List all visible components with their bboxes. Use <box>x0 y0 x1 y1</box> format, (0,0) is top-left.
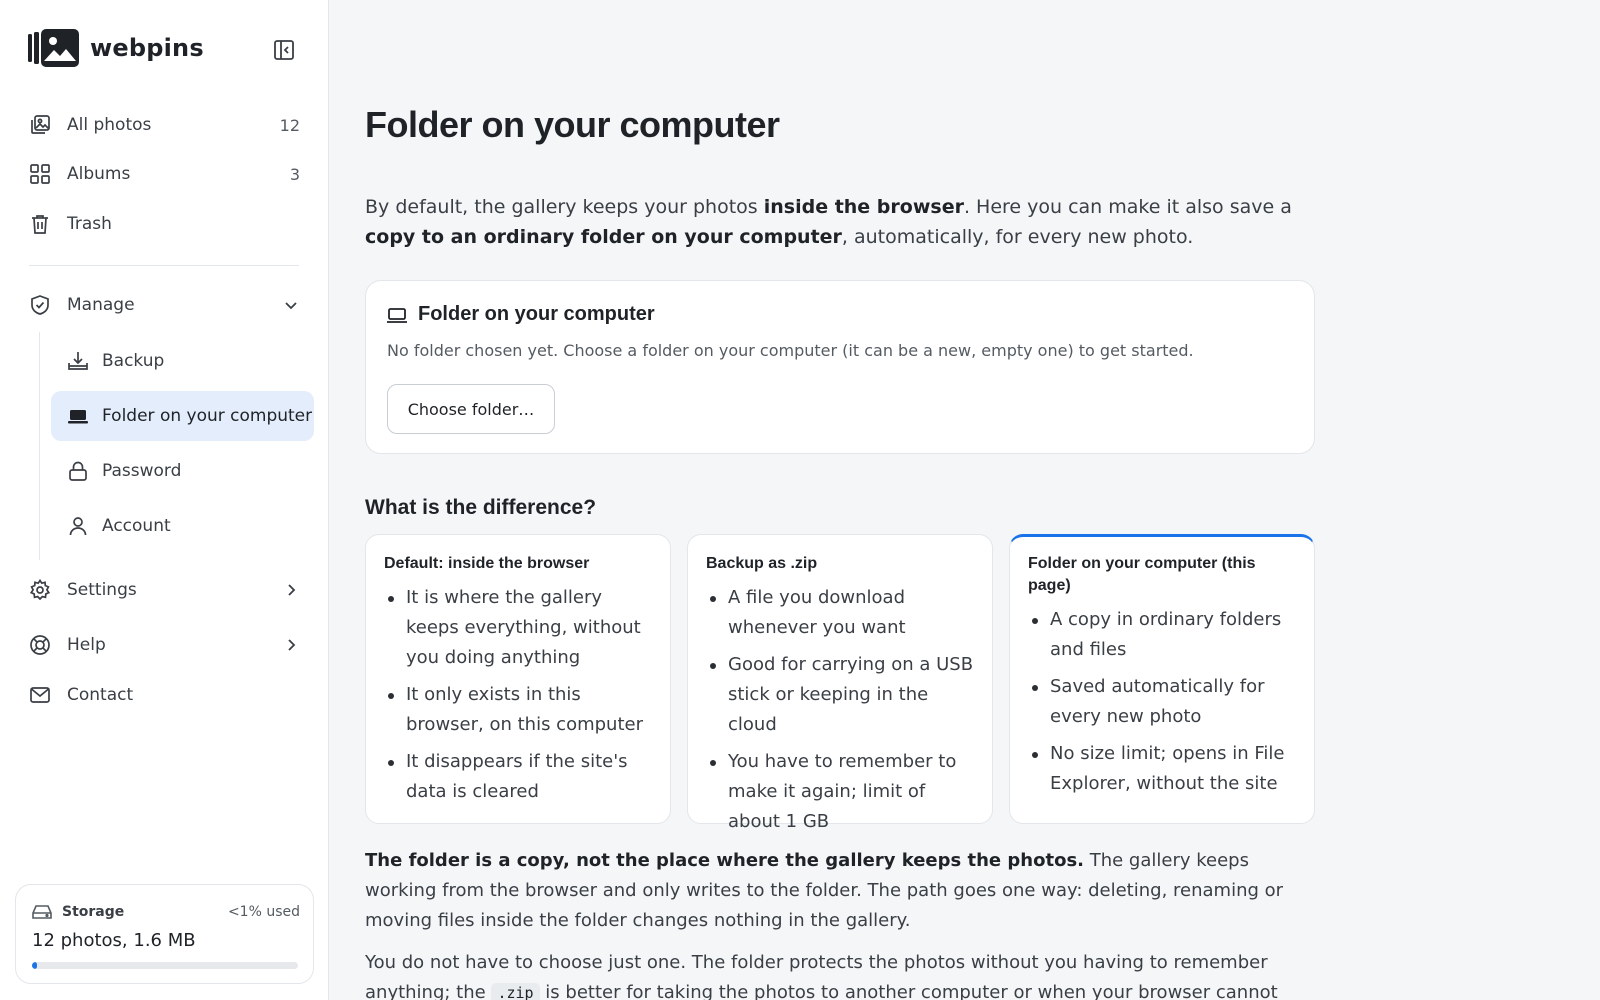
list-item: Saved automatically for every new photo <box>1028 672 1304 732</box>
sidebar-item-label: Albums <box>67 164 131 184</box>
storage-progress-fill <box>32 962 38 969</box>
gear-icon <box>28 578 52 602</box>
sidebar: webpins All photos 12 Albums 3 Trash Man… <box>0 0 329 1000</box>
comparison-list: It is where the gallery keeps everything… <box>384 583 660 814</box>
chevron-right-icon <box>282 636 300 654</box>
list-item: It disappears if the site's data is clea… <box>384 747 660 807</box>
list-item: It only exists in this browser, on this … <box>384 680 660 740</box>
folder-card-title: Folder on your computer <box>418 303 655 325</box>
folder-card-header: Folder on your computer <box>386 303 655 326</box>
photos-icon <box>28 113 52 137</box>
brand[interactable]: webpins <box>28 28 204 68</box>
laptop-icon <box>66 404 90 428</box>
comparison-card-title: Backup as .zip <box>706 555 818 572</box>
intro-bold-part: inside the browser <box>763 196 964 218</box>
sidebar-item-label: Folder on your computer <box>102 406 313 426</box>
zip-code-snippet: .zip <box>491 983 540 1000</box>
app-name: webpins <box>90 34 204 62</box>
sidebar-item-label: Account <box>102 516 171 536</box>
sidebar-item-label: Password <box>102 461 182 481</box>
comparison-card-zip: Backup as .zip A file you download whene… <box>687 534 993 832</box>
comparison-list: A copy in ordinary folders and files Sav… <box>1028 605 1304 806</box>
storage-total: 12 photos, 1.6 MB <box>32 930 196 951</box>
logo-icon <box>28 29 79 67</box>
mail-icon <box>28 683 52 707</box>
sidebar-item-backup[interactable]: Backup <box>51 336 314 386</box>
sidebar-item-settings[interactable]: Settings <box>28 572 300 608</box>
explanation-bold-part: The folder is a copy, not the place wher… <box>365 850 1084 871</box>
user-icon <box>66 514 90 538</box>
grid-icon <box>28 162 52 186</box>
sidebar-collapse-button[interactable] <box>270 36 298 64</box>
sidebar-item-folder-on-your-computer[interactable]: Folder on your computer <box>51 391 314 441</box>
folder-card: Folder on your computer No folder chosen… <box>365 280 1315 454</box>
sidebar-item-label: Backup <box>102 351 165 371</box>
lock-icon <box>66 459 90 483</box>
page-title: Folder on your computer <box>365 104 780 145</box>
album-count: 3 <box>289 164 300 184</box>
sidebar-item-label: Settings <box>67 580 137 600</box>
storage-panel: Storage <1% used 12 photos, 1.6 MB <box>15 884 314 984</box>
storage-used: <1% used <box>227 904 300 920</box>
intro-text-part: . Here you can make it also save a <box>963 196 1292 218</box>
laptop-outline-icon <box>387 307 407 323</box>
copy-explanation-text: The folder is a copy, not the place wher… <box>365 846 1315 936</box>
sidebar-item-contact[interactable]: Contact <box>28 677 300 713</box>
lifebuoy-icon <box>28 633 52 657</box>
choose-folder-button[interactable]: Choose folder… <box>387 384 555 434</box>
sidebar-item-label: All photos <box>67 115 152 135</box>
submenu-guide-line <box>39 332 40 560</box>
intro-text-part: By default, the gallery keeps your photo… <box>365 196 764 218</box>
shield-check-icon <box>28 293 52 317</box>
sidebar-item-manage[interactable]: Manage <box>28 287 300 323</box>
sidebar-item-label: Manage <box>67 295 135 315</box>
choice-explanation-text: You do not have to choose just one. The … <box>365 948 1315 1000</box>
comparison-list: A file you download whenever you want Go… <box>706 583 982 844</box>
folder-status-text: No folder chosen yet. Choose a folder on… <box>387 341 1194 360</box>
list-item: Good for carrying on a USB stick or keep… <box>706 650 982 740</box>
intro-bold-part: copy to an ordinary folder on your compu… <box>365 226 842 248</box>
list-item: A file you download whenever you want <box>706 583 982 643</box>
intro-text-part: , automatically, for every new photo. <box>841 226 1194 248</box>
comparison-card-title: Default: inside the browser <box>384 555 590 572</box>
chevron-right-icon <box>282 581 300 599</box>
trash-icon <box>28 212 52 236</box>
sidebar-item-albums[interactable]: Albums 3 <box>28 156 300 192</box>
sidebar-item-help[interactable]: Help <box>28 627 300 663</box>
difference-heading: What is the difference? <box>365 496 597 519</box>
comparison-card-folder: Folder on your computer (this page) A co… <box>1009 534 1315 824</box>
storage-header: Storage <1% used <box>32 903 300 921</box>
comparison-card-browser: Default: inside the browser It is where … <box>365 534 671 824</box>
sidebar-divider <box>29 265 299 266</box>
comparison-card-title: Folder on your computer (this page) <box>1028 555 1256 594</box>
storage-label: Storage <box>62 904 125 920</box>
sidebar-item-label: Help <box>67 635 106 655</box>
sidebar-item-label: Trash <box>67 214 112 234</box>
sidebar-item-label: Contact <box>67 685 134 705</box>
sidebar-item-all-photos[interactable]: All photos 12 <box>28 107 300 143</box>
list-item: No size limit; opens in File Explorer, w… <box>1028 739 1304 799</box>
intro-text: By default, the gallery keeps your photo… <box>365 192 1315 252</box>
list-item: It is where the gallery keeps everything… <box>384 583 660 673</box>
sidebar-item-account[interactable]: Account <box>51 501 314 551</box>
storage-progress-bar <box>32 962 298 969</box>
sidebar-collapse-icon <box>274 40 294 60</box>
storage-drive-icon <box>32 905 52 919</box>
list-item: A copy in ordinary folders and files <box>1028 605 1304 665</box>
main-content: Folder on your computer By default, the … <box>365 0 1315 1000</box>
sidebar-item-trash[interactable]: Trash <box>28 206 300 242</box>
download-tray-icon <box>66 349 90 373</box>
list-item: You have to remember to make it again; l… <box>706 747 982 837</box>
photo-count: 12 <box>279 115 300 135</box>
chevron-down-icon <box>282 296 300 314</box>
sidebar-item-password[interactable]: Password <box>51 446 314 496</box>
